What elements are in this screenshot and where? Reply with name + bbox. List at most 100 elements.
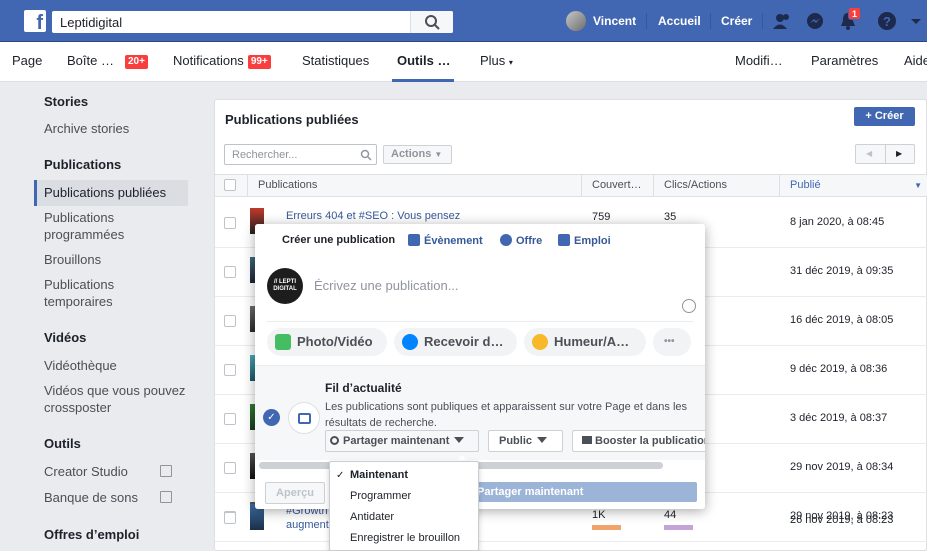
sidebar-item-expiring-posts[interactable]: Publications temporaires [44,276,154,310]
boost-post-button[interactable]: Booster la publication [572,430,705,452]
tab-page[interactable]: Page [12,42,42,82]
page-navigation: Page Boîte … 20+ Notifications 99+ Statist… [0,42,927,82]
sidebar-heading-jobs: Offres d’emploi [44,527,140,542]
divider [646,13,647,29]
tab-label: Paramètres [811,53,879,68]
tab-statistics[interactable]: Statistiques [302,42,369,82]
preview-button[interactable]: Aperçu [265,482,325,504]
checkmark-icon[interactable]: ✓ [263,409,280,426]
user-avatar[interactable] [566,11,586,31]
notifications-count-badge: 1 [848,7,861,20]
composer-footer: Aperçu Partager maintenant [255,474,705,509]
tab-tools[interactable]: Outils … [392,42,454,82]
tab-label: Boîte … [67,53,114,68]
post-title-link[interactable]: Erreurs 404 et #SEO : Vous pensez [286,209,476,223]
menu-item-save-draft[interactable]: Enregistrer le brouillon [330,528,478,549]
menu-item-backdate[interactable]: Antidater [330,507,478,528]
column-header-clicks[interactable]: Clics/Actions [653,175,779,196]
posts-search-input[interactable]: Rechercher... [224,144,377,165]
tab-label: Évènement [424,235,483,247]
reach-value: 759 [592,211,611,223]
top-bar: f Leptidigital Vincent Accueil Créer 1 ? [0,0,927,42]
sidebar-item-scheduled-posts[interactable]: Publications programmées [44,209,164,243]
tab-job[interactable]: Emploi [558,234,611,247]
divider [710,13,711,29]
account-menu-icon[interactable] [906,11,926,31]
schedule-options-menu: ✓ Maintenant Programmer Antidater Enregis… [329,461,479,551]
tab-create-post[interactable]: Créer une publication [282,234,395,246]
profile-link[interactable]: Vincent [593,0,636,42]
tab-offer[interactable]: Offre [500,234,542,247]
sidebar-item-published-posts[interactable]: Publications publiées [44,184,166,201]
previous-page-icon[interactable]: ◀ [866,149,872,158]
row-checkbox[interactable] [224,462,236,474]
create-link[interactable]: Créer [721,0,752,42]
column-header-posts[interactable]: Publications [247,175,581,196]
reach-value: 1K [592,509,606,521]
select-all-checkbox[interactable] [224,179,236,191]
friends-icon[interactable] [772,11,792,31]
tab-label: Emploi [574,235,611,247]
share-now-dropdown[interactable]: Partager maintenant [325,430,479,452]
tab-more[interactable]: Plus ▾ [480,42,513,82]
checkmark-icon: ✓ [336,470,345,481]
home-link[interactable]: Accueil [658,0,701,42]
share-now-submit-button[interactable]: Partager maintenant [473,482,697,502]
photo-video-button[interactable]: Photo/Vidéo [267,328,387,356]
sidebar-item-sound-collection[interactable]: Banque de sons [44,489,138,506]
get-messages-button[interactable]: Recevoir d… [394,328,517,356]
help-icon[interactable]: ? [877,11,897,31]
more-options-button[interactable]: ••• [653,328,691,356]
row-checkbox[interactable] [224,266,236,278]
actions-dropdown[interactable]: Actions ▼ [383,145,452,164]
actions-label: Actions [391,148,432,160]
tab-help[interactable]: Aide [904,42,927,82]
column-header-published[interactable]: Publié ▼ [779,175,927,196]
offer-icon [500,234,512,246]
table-header: Publications Couvert… Clics/Actions Publ… [215,174,927,197]
menu-item-schedule[interactable]: Programmer [330,486,478,507]
sidebar-heading-videos: Vidéos [44,330,87,345]
sidebar-item-video-library[interactable]: Vidéothèque [44,357,117,374]
sidebar-item-creator-studio[interactable]: Creator Studio [44,463,128,480]
search-icon [360,149,372,161]
tab-event[interactable]: Évènement [408,234,483,247]
menu-item-label: Maintenant [350,469,409,481]
dropdown-caret-icon: ▾ [508,58,513,67]
next-page-icon[interactable]: ▶ [896,149,902,158]
composer-tabs: Créer une publication Évènement Offre Em… [255,224,705,258]
menu-item-now[interactable]: ✓ Maintenant [330,465,478,486]
search-button[interactable] [410,11,453,33]
tab-label: Notifications [173,53,244,68]
emoji-icon[interactable] [682,299,696,313]
sort-descending-icon: ▼ [914,181,922,190]
post-text-input[interactable]: Écrivez une publication... [314,278,459,293]
global-search-input[interactable]: Leptidigital [52,11,453,33]
news-feed-title: Fil d’actualité [325,381,402,395]
clicks-value: 35 [664,211,677,223]
tab-notifications[interactable]: Notifications 99+ [173,42,271,82]
create-post-button[interactable]: + Créer [854,107,915,126]
page-avatar: // LEPTI DIGITAL [267,268,303,304]
row-checkbox[interactable] [224,413,236,425]
sidebar-item-drafts[interactable]: Brouillons [44,251,101,268]
notifications-tab-badge: 99+ [247,55,271,69]
row-checkbox[interactable] [224,315,236,327]
tab-inbox[interactable]: Boîte … 20+ [67,42,148,82]
clicks-value: 44 [664,509,677,521]
facebook-logo-icon[interactable]: f [24,10,46,32]
row-checkbox[interactable] [224,512,236,524]
audience-dropdown[interactable]: Public [488,430,563,452]
sidebar-item-story-archive[interactable]: Archive stories [44,120,129,137]
feeling-activity-button[interactable]: Humeur/A… [524,328,646,356]
row-checkbox[interactable] [224,364,236,376]
row-checkbox[interactable] [224,217,236,229]
pagination-controls: ◀ ▶ [855,144,915,164]
column-header-reach[interactable]: Couvert… [581,175,653,196]
sidebar-item-crosspost-videos[interactable]: Vidéos que vous pouvez crossposter [44,382,189,416]
published-date: 31 déc 2019, à 09:35 [790,265,894,277]
tab-edit[interactable]: Modifi… [735,42,783,82]
tab-settings[interactable]: Paramètres [811,42,878,82]
published-date: 29 nov 2019, à 08:34 [790,461,894,473]
messenger-icon[interactable] [805,11,825,31]
